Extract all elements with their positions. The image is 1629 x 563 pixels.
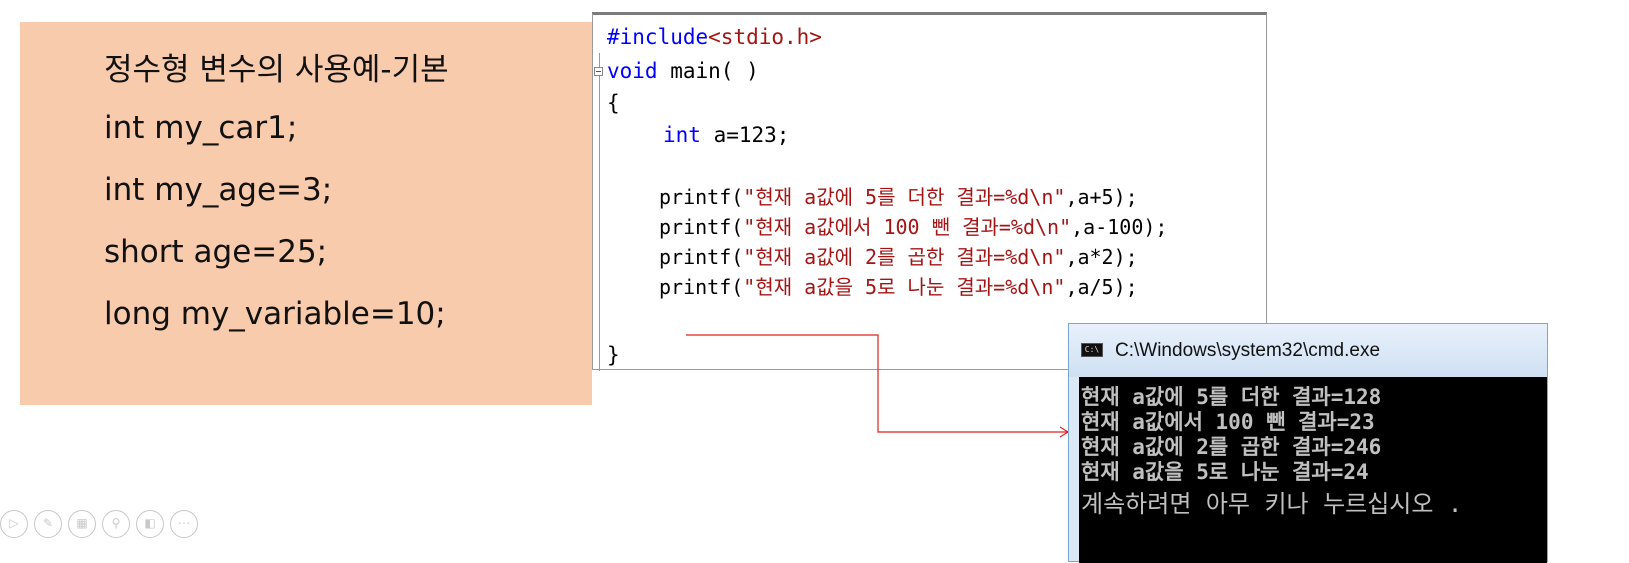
pen-icon[interactable]: ✎ xyxy=(34,510,62,538)
zoom-icon[interactable]: ⚲ xyxy=(102,510,130,538)
play-icon[interactable]: ▷ xyxy=(0,510,28,538)
slides-grid-icon[interactable]: ▦ xyxy=(68,510,96,538)
console-line: 현재 a값을 5로 나눈 결과=24 xyxy=(1081,460,1369,484)
console-title-bar[interactable]: C:\ C:\Windows\system32\cmd.exe xyxy=(1069,324,1547,377)
console-title: C:\Windows\system32\cmd.exe xyxy=(1115,340,1381,361)
connector-line xyxy=(686,334,1068,433)
console-window[interactable]: C:\ C:\Windows\system32\cmd.exe 현재 a값에 5… xyxy=(1068,323,1548,563)
slide-controls: ▷ ✎ ▦ ⚲ ◧ ⋯ xyxy=(0,510,198,538)
console-output: 현재 a값에 5를 더한 결과=128 현재 a값에서 100 뺀 결과=23 … xyxy=(1079,377,1547,563)
subtitle-icon[interactable]: ◧ xyxy=(136,510,164,538)
more-options-icon[interactable]: ⋯ xyxy=(170,510,198,538)
cmd-icon: C:\ xyxy=(1081,343,1103,357)
console-line: 계속하려면 아무 키나 누르십시오 . xyxy=(1081,490,1463,518)
